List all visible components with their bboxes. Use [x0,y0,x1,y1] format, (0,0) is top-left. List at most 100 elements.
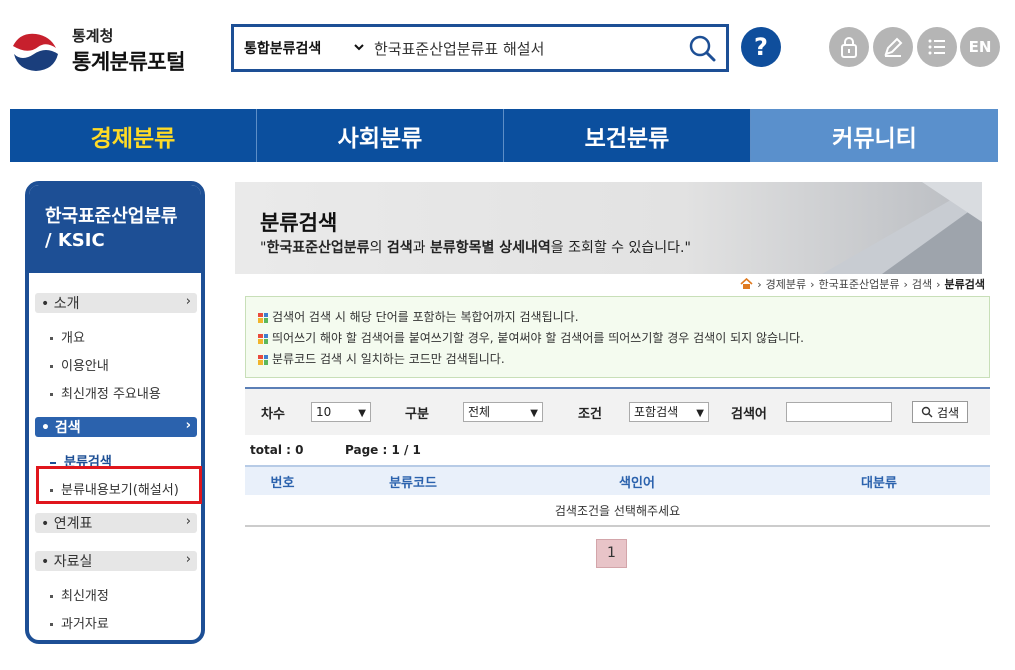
desc-bold: 분류항목별 상세내역 [429,240,551,256]
menu-item-classification-search[interactable]: 분류검색 [35,449,197,477]
menu-item-latest-revision[interactable]: 최신개정 주요내용 [35,381,197,409]
help-button[interactable]: ? [741,27,781,67]
breadcrumb-current: 분류검색 [944,278,985,291]
nav-health[interactable]: 보건분류 [504,109,751,162]
menu-item-label: 분류내용보기(해설서) [61,483,179,498]
tip-text: 띄어쓰기 해야 할 검색어를 붙여쓰기할 경우, 붙여써야 할 검색어를 띄어쓰… [272,331,804,345]
col-header: 번호 [270,475,295,491]
menu-item-latest[interactable]: 최신개정 [35,583,197,611]
menu-group-label: • 검색 [41,420,81,436]
pencil-icon [884,37,903,57]
chevron-right-icon: › [185,514,191,529]
search-icon[interactable] [688,34,716,62]
breadcrumb-sep: › [936,277,941,291]
search-input[interactable]: 한국표준산업분류표 해설서 [374,38,544,59]
breadcrumb-sep: › [903,277,908,291]
type-select[interactable]: 전체 ▼ [463,402,543,422]
menu-item-overview[interactable]: 개요 [35,325,197,353]
logo-subtitle: 통계청 [72,27,114,45]
select-value: 전체 [468,405,491,419]
side-menu-title: 한국표준산업분류 / KSIC [29,185,201,273]
breadcrumb-item[interactable]: 경제분류 [766,276,806,292]
page-banner: 분류검색 "한국표준산업분류의 검색과 분류항목별 상세내역을 조회할 수 있습… [235,182,982,274]
desc-bold: 검색 [386,240,413,256]
tip-icon [258,333,268,344]
side-menu-title-line1: 한국표준산업분류 [45,206,178,227]
select-value: 10 [316,405,332,419]
table-empty-row: 검색조건을 선택해주세요 [245,495,990,527]
page-info: Page : 1 / 1 [345,443,421,457]
join-button[interactable] [873,27,913,67]
sitemap-button[interactable] [917,27,957,67]
search-filter-bar: 차수 10 ▼ 구분 전체 ▼ 조건 포함검색 ▼ 검색어 검색 [245,387,990,435]
search-category-select[interactable]: 통합분류검색 [244,38,321,58]
home-icon[interactable] [740,278,753,290]
desc-text: 을 조회할 수 있습니다." [550,240,691,256]
results-table: 번호 분류코드 색인어 대분류 검색조건을 선택해주세요 [245,465,990,527]
chevron-right-icon: › [185,552,191,567]
tip-line: 분류코드 검색 시 일치하는 코드만 검색됩니다. [258,349,977,370]
col-header: 대분류 [861,475,897,491]
empty-message: 검색조건을 선택해주세요 [554,503,681,518]
tip-text: 분류코드 검색 시 일치하는 코드만 검색됩니다. [272,352,505,366]
condition-select[interactable]: 포함검색 ▼ [629,402,709,422]
bullet-icon [50,489,53,492]
chevron-right-icon: › [185,418,191,433]
lock-icon [841,37,857,58]
menu-item-guide[interactable]: 이용안내 [35,353,197,381]
chevron-right-icon: › [185,294,191,309]
menu-item-label: 이용안내 [61,359,109,374]
page-description: "한국표준산업분류의 검색과 분류항목별 상세내역을 조회할 수 있습니다." [260,237,691,257]
menu-group-linkage[interactable]: • 연계표 › [35,513,197,533]
condition-label: 조건 [578,406,602,422]
menu-item-label: 최신개정 [61,589,109,604]
menu-group-label: • 자료실 [41,554,93,570]
bullet-icon [50,365,53,368]
order-label: 차수 [261,406,285,422]
menu-item-past-data[interactable]: 과거자료 [35,611,197,639]
search-tips: 검색어 검색 시 해당 단어를 포함하는 복합어까지 검색됩니다. 띄어쓰기 해… [245,296,990,378]
breadcrumb-item[interactable]: 검색 [912,276,932,292]
search-button[interactable]: 검색 [912,401,969,423]
keyword-input[interactable] [786,402,892,422]
login-button[interactable] [829,27,869,67]
breadcrumb-item[interactable]: 한국표준산업분류 [818,276,899,292]
desc-text: 의 [369,240,387,256]
chevron-down-icon[interactable] [352,40,366,54]
menu-item-label: 과거자료 [61,617,109,632]
english-button[interactable]: EN [960,27,1000,67]
breadcrumb-sep: › [757,277,762,291]
menu-item-view-content[interactable]: 분류내용보기(해설서) [35,477,197,505]
desc-text: 과 [412,240,430,256]
main-navigation: 경제분류 사회분류 보건분류 커뮤니티 [10,109,998,162]
nav-economic[interactable]: 경제분류 [10,109,257,162]
nav-community[interactable]: 커뮤니티 [751,109,998,162]
menu-group-label: • 연계표 [41,516,93,532]
menu-group-intro[interactable]: • 소개 › [35,293,197,313]
tip-line: 검색어 검색 시 해당 단어를 포함하는 복합어까지 검색됩니다. [258,307,977,328]
order-select[interactable]: 10 ▼ [311,402,371,422]
nav-social[interactable]: 사회분류 [257,109,504,162]
logo[interactable]: 통계청 통계분류포털 [10,22,190,78]
bullet-icon [50,461,56,464]
global-search-box: 통합분류검색 한국표준산업분류표 해설서 [231,24,729,72]
keyword-label: 검색어 [731,406,767,422]
page-title: 분류검색 [260,211,338,235]
total-count: total : 0 [250,443,304,457]
desc-bold: 한국표준산업분류 [266,240,370,256]
tip-text: 검색어 검색 시 해당 단어를 포함하는 복합어까지 검색됩니다. [272,310,579,324]
col-header: 색인어 [619,475,655,491]
logo-title: 통계분류포털 [72,50,185,74]
search-button-label: 검색 [937,405,960,420]
chevron-down-icon: ▼ [530,408,538,419]
chevron-down-icon: ▼ [696,408,704,419]
bullet-icon [50,337,53,340]
menu-item-label: 개요 [61,331,85,346]
list-icon [928,39,945,55]
pagination-current-page[interactable]: 1 [596,539,627,568]
menu-group-search[interactable]: • 검색 › [35,417,197,437]
side-menu: 한국표준산업분류 / KSIC • 소개 › 개요 이용안내 최신개정 주요내용… [25,181,205,644]
menu-group-archive[interactable]: • 자료실 › [35,551,197,571]
tip-icon [258,312,268,323]
type-label: 구분 [405,406,429,422]
